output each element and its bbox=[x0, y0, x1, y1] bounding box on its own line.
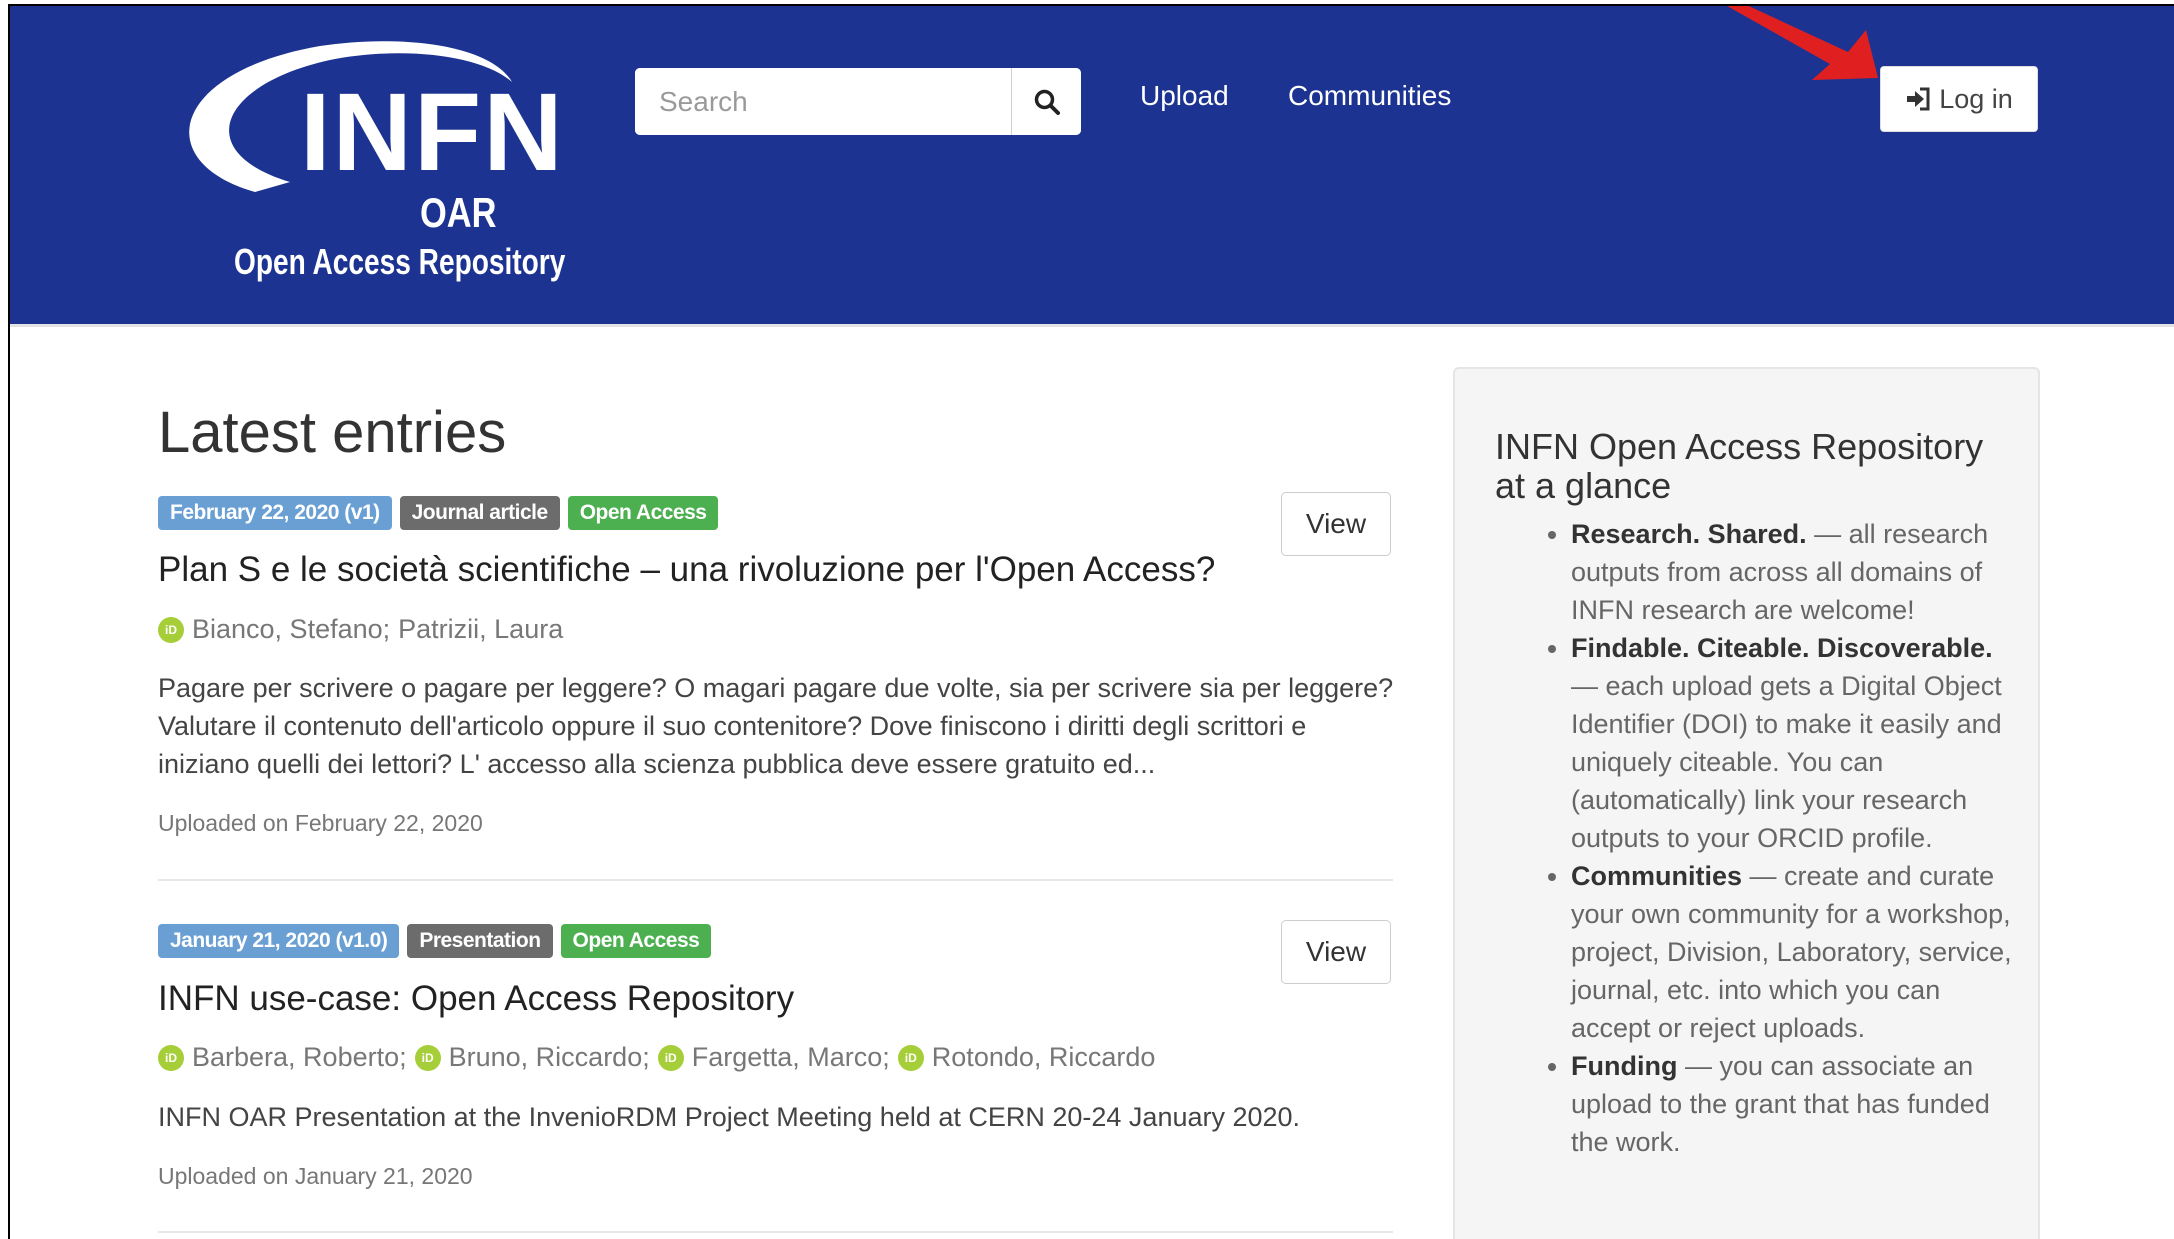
header-divider bbox=[10, 324, 2174, 327]
record-divider bbox=[158, 1231, 1393, 1233]
resource-type-badge: Presentation bbox=[407, 924, 553, 958]
access-badge: Open Access bbox=[567, 496, 719, 530]
search-input[interactable] bbox=[635, 68, 1011, 135]
sign-in-icon bbox=[1905, 87, 1931, 111]
login-button[interactable]: Log in bbox=[1880, 66, 2038, 132]
logo-oar-text: OAR bbox=[420, 189, 497, 236]
search-icon bbox=[1034, 89, 1060, 115]
orcid-icon[interactable]: iD bbox=[897, 1044, 924, 1071]
orcid-icon[interactable]: iD bbox=[158, 1044, 184, 1071]
logo-infn-text: INFN bbox=[300, 71, 565, 194]
feature-heading: Findable. Citeable. Discoverable. bbox=[1571, 633, 1993, 663]
orcid-icon[interactable]: iD bbox=[414, 1044, 441, 1071]
record-title-link[interactable]: Plan S e le società scientifiche – una r… bbox=[158, 552, 1215, 587]
access-badge: Open Access bbox=[560, 924, 712, 958]
version-date-badge: February 22, 2020 (v1) bbox=[158, 496, 392, 530]
author-link[interactable]: Barbera, Roberto; bbox=[192, 1044, 407, 1071]
feature-item: Communities — create and curate your own… bbox=[1571, 857, 2015, 1047]
infn-oar-logo[interactable]: INFN OAR Open Access Repository bbox=[160, 32, 565, 292]
version-date-badge: January 21, 2020 (v1.0) bbox=[158, 924, 400, 958]
feature-list: Research. Shared. — all research outputs… bbox=[1495, 515, 2015, 1161]
author-link[interactable]: Fargetta, Marco; bbox=[692, 1044, 890, 1071]
view-button[interactable]: View bbox=[1281, 920, 1391, 984]
orcid-icon[interactable]: iD bbox=[158, 616, 184, 643]
record-badges: February 22, 2020 (v1) Journal article O… bbox=[158, 496, 719, 530]
feature-text: — each upload gets a Digital Object Iden… bbox=[1571, 671, 2002, 853]
login-label: Log in bbox=[1939, 83, 2013, 114]
orcid-icon[interactable]: iD bbox=[657, 1044, 684, 1071]
sidebar-title: INFN Open Access Repository at a glance bbox=[1495, 426, 1984, 506]
latest-entries-heading: Latest entries bbox=[158, 400, 507, 465]
search-button[interactable] bbox=[1011, 68, 1081, 135]
feature-item: Funding — you can associate an upload to… bbox=[1571, 1047, 2015, 1161]
feature-heading: Funding bbox=[1571, 1051, 1678, 1081]
author-link[interactable]: Bianco, Stefano; bbox=[192, 616, 390, 643]
about-sidebar: INFN Open Access Repository at a glance … bbox=[1453, 367, 2040, 1239]
nav-communities-link[interactable]: Communities bbox=[1288, 80, 1451, 112]
resource-type-badge: Journal article bbox=[399, 496, 560, 530]
feature-item: Research. Shared. — all research outputs… bbox=[1571, 515, 2015, 629]
red-arrow-annotation-icon bbox=[1727, 6, 1878, 80]
record-badges: January 21, 2020 (v1.0) Presentation Ope… bbox=[158, 924, 712, 958]
record-authors: iD Barbera, Roberto; iD Bruno, Riccardo;… bbox=[158, 1044, 1163, 1071]
author-link[interactable]: Bruno, Riccardo; bbox=[449, 1044, 650, 1071]
header-bar: INFN OAR Open Access Repository Upload C… bbox=[10, 6, 2174, 324]
record-uploaded-date: Uploaded on January 21, 2020 bbox=[158, 1163, 473, 1189]
record-divider bbox=[158, 879, 1393, 881]
logo-subtitle: Open Access Repository bbox=[234, 241, 566, 282]
author-link[interactable]: Patrizii, Laura bbox=[398, 616, 563, 643]
record-description: INFN OAR Presentation at the InvenioRDM … bbox=[158, 1102, 1301, 1132]
record-description: Pagare per scrivere o pagare per leggere… bbox=[158, 673, 1394, 779]
feature-heading: Research. Shared. bbox=[1571, 519, 1807, 549]
record-title-link[interactable]: INFN use-case: Open Access Repository bbox=[158, 981, 794, 1016]
record-uploaded-date: Uploaded on February 22, 2020 bbox=[158, 810, 483, 836]
nav-upload-link[interactable]: Upload bbox=[1140, 80, 1229, 112]
view-button[interactable]: View bbox=[1281, 492, 1391, 556]
page-frame: INFN OAR Open Access Repository Upload C… bbox=[8, 4, 2174, 1239]
record-authors: iD Bianco, Stefano; Patrizii, Laura bbox=[158, 616, 571, 643]
feature-heading: Communities bbox=[1571, 861, 1743, 891]
author-link[interactable]: Rotondo, Riccardo bbox=[932, 1044, 1156, 1071]
search-box bbox=[635, 68, 1081, 135]
feature-item: Findable. Citeable. Discoverable. — each… bbox=[1571, 629, 2015, 857]
